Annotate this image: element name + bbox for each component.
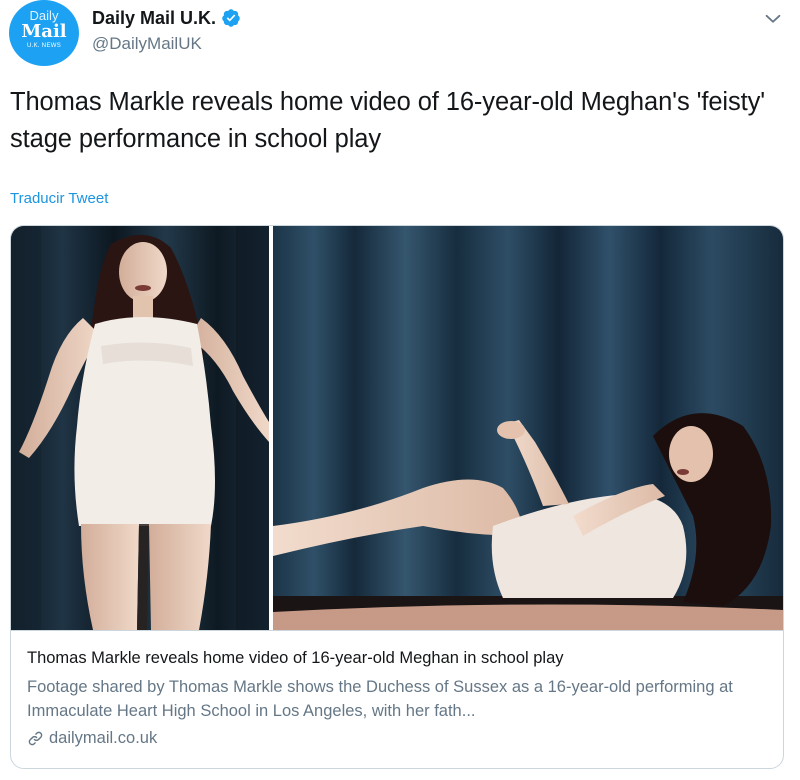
account-name[interactable]: Daily Mail U.K.	[92, 8, 216, 29]
card-domain-link[interactable]: dailymail.co.uk	[27, 729, 157, 748]
link-icon	[28, 731, 43, 746]
account-name-row[interactable]: Daily Mail U.K.	[92, 6, 241, 30]
avatar-text-mail: Mail	[21, 21, 67, 42]
performer-standing-image	[11, 226, 269, 630]
card-image-right[interactable]	[273, 226, 783, 630]
tweet-text: Thomas Markle reveals home video of 16-y…	[10, 88, 766, 153]
chevron-down-icon[interactable]	[762, 8, 784, 30]
card-domain[interactable]: dailymail.co.uk	[49, 729, 157, 748]
avatar[interactable]: Daily Mail U.K. NEWS	[9, 0, 79, 66]
verified-badge-icon	[222, 9, 240, 27]
link-preview-card[interactable]: Thomas Markle reveals home video of 16-y…	[10, 225, 784, 769]
card-media[interactable]	[11, 226, 783, 630]
performer-reclining-image	[273, 226, 783, 630]
translate-tweet-link[interactable]: Traducir Tweet	[10, 190, 108, 207]
account-handle[interactable]: @DailyMailUK	[92, 34, 202, 54]
card-title[interactable]: Thomas Markle reveals home video of 16-y…	[27, 649, 564, 668]
card-body[interactable]: Thomas Markle reveals home video of 16-y…	[11, 630, 783, 768]
card-image-left[interactable]	[11, 226, 269, 630]
avatar-text-uknews: U.K. NEWS	[26, 43, 62, 49]
card-description: Footage shared by Thomas Markle shows th…	[27, 678, 733, 720]
